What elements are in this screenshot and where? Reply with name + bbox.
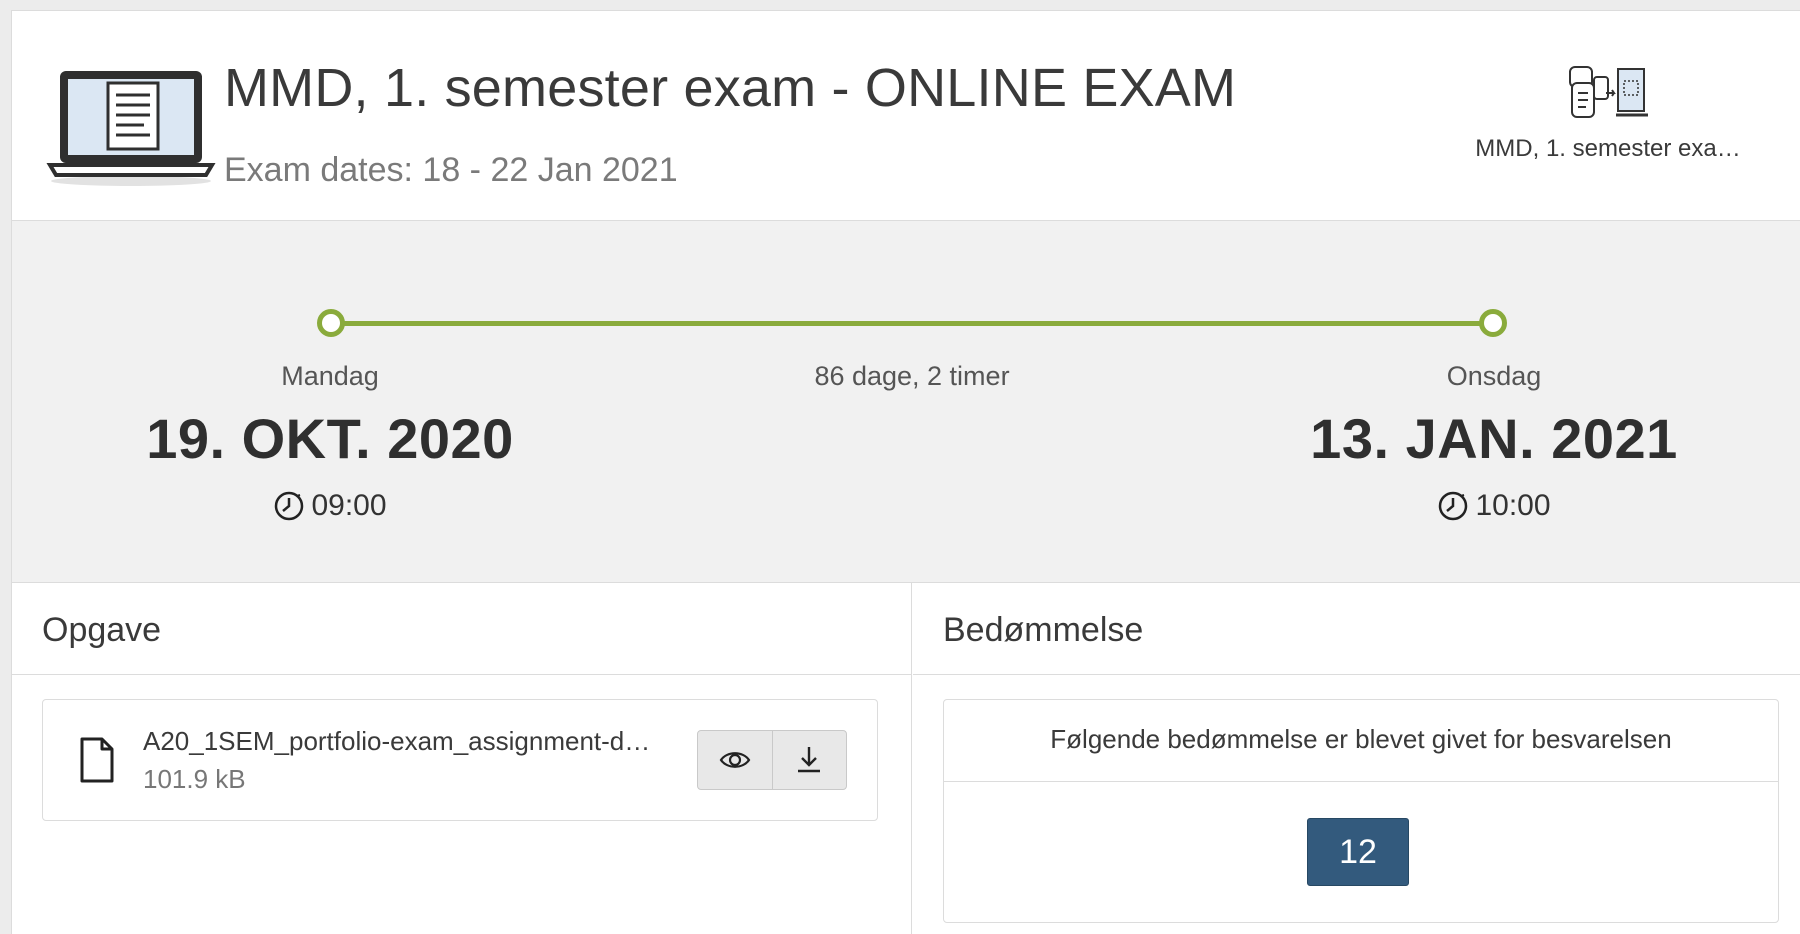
start-day: Mandag [281, 361, 379, 391]
start-time-row: 09:00 [273, 489, 387, 523]
file-icon [80, 737, 114, 783]
end-day: Onsdag [1446, 361, 1542, 391]
start-date: 19. OKT. 2020 [146, 407, 514, 470]
start-time: 09:00 [311, 489, 387, 522]
clock-icon [275, 491, 304, 521]
eye-icon [719, 752, 751, 768]
clock-icon [1439, 491, 1468, 521]
timeline-end: Onsdag 13. JAN. 2021 10:00 [1284, 361, 1704, 527]
grading-panel: Bedømmelse Følgende bedømmelse er blevet… [913, 583, 1800, 934]
laptop-icon [46, 71, 216, 186]
course-icon [1569, 66, 1648, 118]
download-icon [798, 747, 821, 773]
exam-dates: Exam dates: 18 - 22 Jan 2021 [224, 151, 678, 189]
assignment-heading: Opgave [12, 583, 911, 675]
assignment-panel: Opgave A20_1SEM_portfolio-exam_assignmen… [12, 583, 912, 934]
grade-card: Følgende bedømmelse er blevet givet for … [943, 699, 1779, 923]
timeline-start-dot [317, 309, 345, 337]
timeline-end-dot [1479, 309, 1507, 337]
download-button[interactable] [771, 731, 847, 789]
course-name: MMD, 1. semester exa… [1475, 135, 1741, 162]
exam-header: MMD, 1. semester exam - ONLINE EXAM Exam… [12, 11, 1800, 221]
page-title: MMD, 1. semester exam - ONLINE EXAM [224, 58, 1237, 118]
file-actions [697, 730, 847, 790]
preview-button[interactable] [698, 731, 772, 789]
timeline-start: Mandag 19. OKT. 2020 09:00 [120, 361, 540, 527]
exam-page: MMD, 1. semester exam - ONLINE EXAM Exam… [11, 10, 1800, 934]
grade-badge: 12 [1307, 818, 1409, 886]
timeline-bar [330, 321, 1492, 326]
file-size: 101.9 kB [143, 764, 246, 794]
timeline-duration: 86 dage, 2 timer [814, 361, 1010, 391]
file-name[interactable]: A20_1SEM_portfolio-exam_assignment-d… [143, 726, 683, 757]
end-time-row: 10:00 [1437, 489, 1551, 523]
grade-caption: Følgende bedømmelse er blevet givet for … [944, 700, 1778, 782]
exam-timeline: Mandag 19. OKT. 2020 09:00 86 dage, 2 ti… [12, 221, 1800, 583]
course-link[interactable]: MMD, 1. semester exa… [1458, 63, 1758, 163]
end-date: 13. JAN. 2021 [1310, 407, 1678, 470]
assignment-file: A20_1SEM_portfolio-exam_assignment-d… 10… [42, 699, 878, 821]
grading-heading: Bedømmelse [913, 583, 1800, 675]
end-time: 10:00 [1475, 489, 1551, 522]
